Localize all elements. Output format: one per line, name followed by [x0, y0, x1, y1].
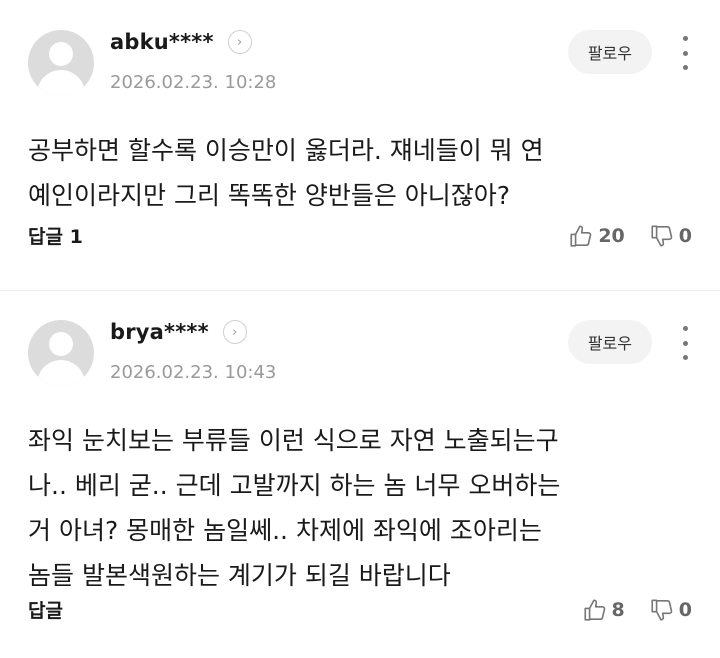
like-count: 20: [598, 224, 625, 247]
more-vertical-icon[interactable]: [678, 36, 692, 70]
comment-header: abku**** › 2026.02.23. 10:28 팔로우: [28, 30, 692, 100]
reply-button[interactable]: 답글 1: [28, 222, 83, 249]
like-button[interactable]: 8: [582, 597, 625, 623]
reactions: 20 0: [544, 223, 692, 249]
username[interactable]: abku****: [110, 30, 214, 54]
avatar[interactable]: [28, 30, 94, 96]
comment-footer: 답글 1 20 0: [28, 222, 692, 249]
timestamp: 2026.02.23. 10:43: [110, 362, 277, 383]
chevron-right-icon[interactable]: ›: [222, 320, 247, 344]
dislike-count: 0: [678, 224, 692, 247]
avatar-head: [49, 332, 73, 356]
comment-item: abku**** › 2026.02.23. 10:28 팔로우 공부하면 할수…: [0, 0, 720, 290]
like-count: 8: [611, 598, 625, 621]
thumbs-up-icon: [583, 598, 605, 621]
comment-text: 공부하면 할수록 이승만이 옳더라. 쟤네들이 뭐 연 예인이라지만 그리 똑똑…: [28, 136, 544, 210]
avatar-head: [49, 42, 73, 66]
avatar[interactable]: [28, 320, 94, 386]
username[interactable]: brya****: [110, 320, 209, 344]
dislike-button[interactable]: 0: [649, 223, 692, 249]
comment-footer: 답글 8 0: [28, 596, 692, 623]
follow-button[interactable]: 팔로우: [567, 320, 652, 364]
username-row: abku**** ›: [110, 30, 252, 54]
reactions: 8 0: [558, 597, 692, 623]
chevron-right-icon[interactable]: ›: [227, 30, 252, 54]
thumbs-up-icon: [570, 224, 592, 247]
thumbs-down-icon: [651, 224, 673, 247]
thumbs-down-icon: [651, 598, 673, 621]
comment-item: brya**** › 2026.02.23. 10:43 팔로우 좌익 눈치보는…: [0, 290, 720, 658]
comment-header: brya**** › 2026.02.23. 10:43 팔로우: [28, 320, 692, 390]
more-vertical-icon[interactable]: [678, 326, 692, 360]
follow-button[interactable]: 팔로우: [567, 30, 652, 74]
dislike-count: 0: [678, 598, 692, 621]
avatar-body: [37, 360, 85, 386]
like-button[interactable]: 20: [568, 223, 625, 249]
username-row: brya**** ›: [110, 320, 247, 344]
dislike-button[interactable]: 0: [649, 597, 692, 623]
timestamp: 2026.02.23. 10:28: [110, 72, 277, 93]
comment-text: 좌익 눈치보는 부류들 이런 식으로 자연 노출되는구 나.. 베리 굳.. 근…: [28, 426, 561, 590]
avatar-body: [37, 70, 85, 96]
reply-button[interactable]: 답글: [28, 596, 63, 623]
